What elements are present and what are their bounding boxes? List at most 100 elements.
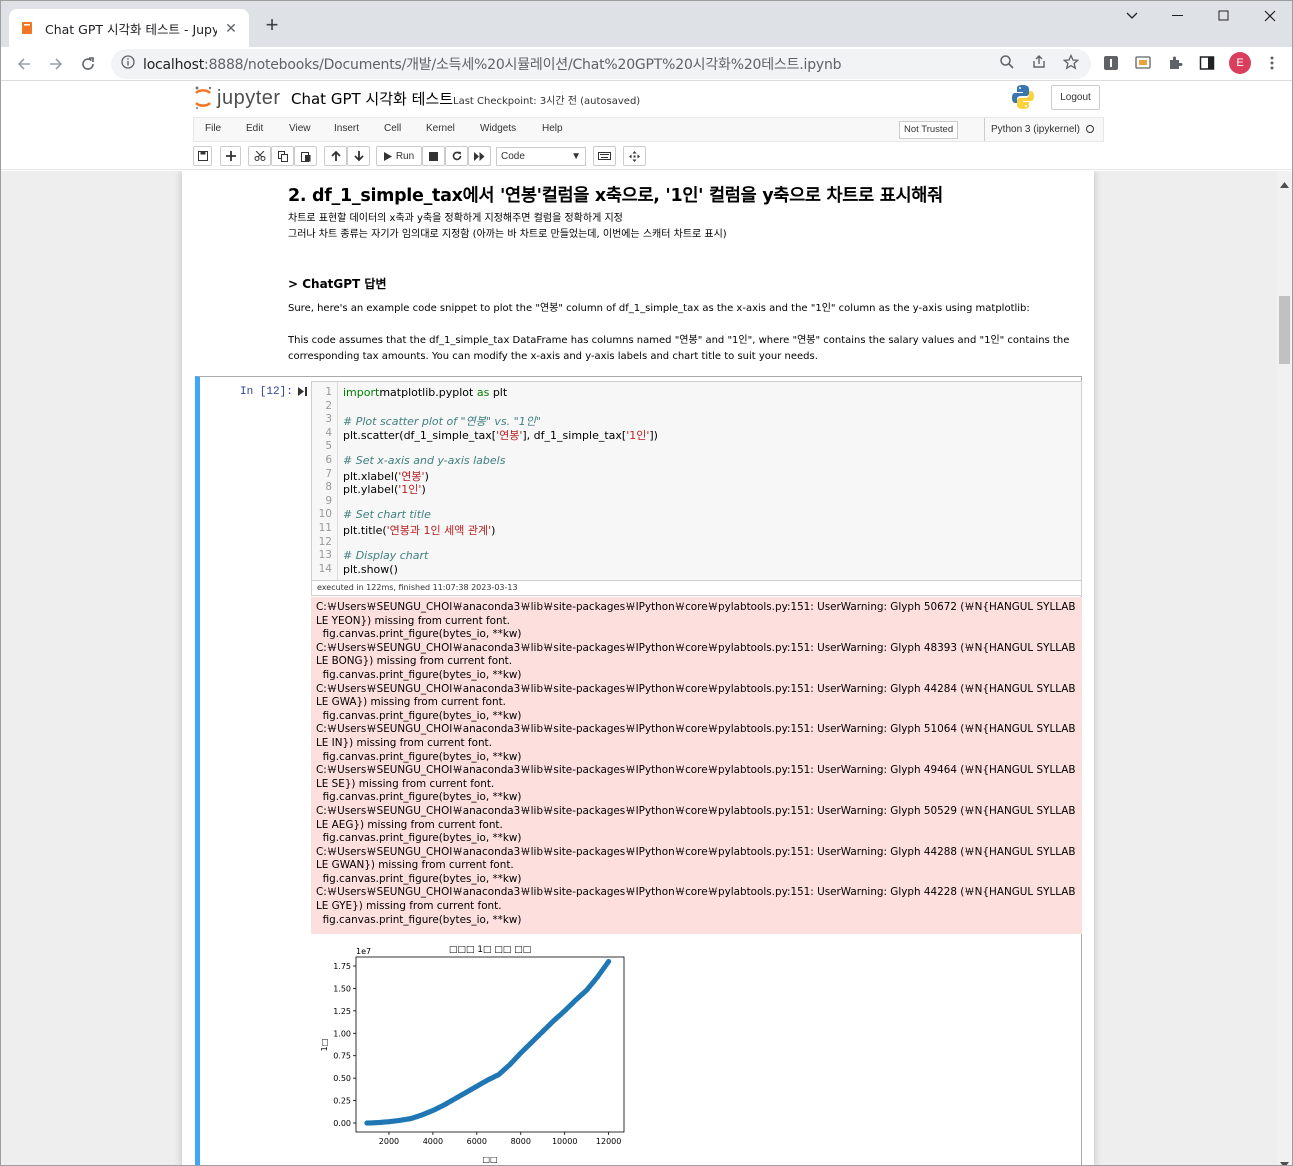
bookmark-star-icon[interactable] xyxy=(1061,52,1081,72)
reload-icon[interactable] xyxy=(74,50,102,78)
menu-cell[interactable]: Cell xyxy=(384,123,401,134)
extension-info-icon[interactable] xyxy=(1100,52,1122,74)
stderr-line: C:￦Users￦SEUNGU_CHOI￦anaconda3￦lib￦site-… xyxy=(316,601,1076,613)
minimize-icon[interactable] xyxy=(1155,1,1201,31)
code-token: '1인' xyxy=(626,428,650,442)
close-icon[interactable]: ✕ xyxy=(223,20,239,36)
profile-avatar[interactable]: E xyxy=(1229,52,1251,74)
stderr-line: C:￦Users￦SEUNGU_CHOI￦anaconda3￦lib￦site-… xyxy=(316,804,1076,817)
x-tick-label: 4000 xyxy=(423,1137,443,1146)
menu-bar: File Edit View Insert Cell Kernel Widget… xyxy=(193,117,1104,142)
menu-edit[interactable]: Edit xyxy=(246,123,263,134)
menu-kernel[interactable]: Kernel xyxy=(426,123,455,134)
forward-arrow-icon[interactable] xyxy=(42,50,70,78)
puzzle-extensions-icon[interactable] xyxy=(1164,52,1186,74)
move-down-icon[interactable] xyxy=(347,146,370,166)
not-trusted-badge[interactable]: Not Trusted xyxy=(899,121,959,139)
menu-view[interactable]: View xyxy=(289,123,311,134)
menu-insert[interactable]: Insert xyxy=(334,123,359,134)
kernel-indicator: Python 3 (ipykernel) xyxy=(984,118,1094,141)
line-number: 12 xyxy=(318,535,332,548)
y-tick-label: 1.00 xyxy=(333,1029,351,1038)
stderr-line: LE AEG}) missing from current font. xyxy=(316,818,503,831)
code-cell[interactable]: In [12]: 1 2 3 4 5 6 7 8 9 10 11 12 13 14 importmatpl… xyxy=(195,376,1082,1165)
menu-file[interactable]: File xyxy=(205,123,221,134)
tab-strip: Chat GPT 시각화 테스트 - Jupyter Notebook ✕ + xyxy=(1,1,1292,47)
jupyter-header: jupyter Chat GPT 시각화 테스트 Last Checkpoint… xyxy=(1,82,1292,170)
code-token: # Set x-axis and y-axis labels xyxy=(343,454,506,467)
vertical-scrollbar[interactable] xyxy=(1277,171,1292,1165)
address-bar[interactable]: localhost:8888/notebooks/Documents/개발/소득… xyxy=(111,49,1091,79)
cell-type-value: Code xyxy=(501,151,525,162)
code-token: '연봉과 1인 세액 관계' xyxy=(386,524,492,537)
move-up-icon[interactable] xyxy=(324,146,347,166)
cut-icon[interactable] xyxy=(248,146,271,166)
run-cell-icon[interactable] xyxy=(298,387,307,398)
scroll-down-icon[interactable] xyxy=(1280,1155,1289,1165)
line-number: 9 xyxy=(325,494,332,507)
line-number: 11 xyxy=(318,522,332,534)
line-number: 13 xyxy=(318,549,332,562)
new-tab-button[interactable]: + xyxy=(260,14,284,38)
menu-kebab-icon[interactable] xyxy=(1261,52,1283,74)
code-line: plt.scatter(df_1_simple_tax['연봉'], df_1_… xyxy=(343,427,658,443)
move-cursor-icon[interactable] xyxy=(623,146,646,166)
jupyter-logo[interactable]: jupyter xyxy=(193,85,281,111)
stderr-line: LE YEON}) missing from current font. xyxy=(316,614,510,627)
kernel-name: Python 3 (ipykernel) xyxy=(991,124,1080,135)
url-host: localhost xyxy=(143,57,205,73)
cell-type-select[interactable]: Code ▼ xyxy=(496,147,586,166)
menu-widgets[interactable]: Widgets xyxy=(480,123,516,134)
keyboard-icon[interactable] xyxy=(593,146,616,166)
copy-icon[interactable] xyxy=(271,146,294,166)
run-button[interactable]: Run xyxy=(376,146,422,166)
window-close-icon[interactable] xyxy=(1247,1,1292,31)
stop-icon[interactable] xyxy=(422,146,445,166)
y-offset-label: 1e7 xyxy=(356,947,371,956)
code-editor[interactable]: 1 2 3 4 5 6 7 8 9 10 11 12 13 14 importmatplotlib.pyp… xyxy=(311,381,1082,581)
scroll-up-icon[interactable] xyxy=(1280,175,1289,193)
stderr-line: fig.canvas.print_figure(bytes_io, **kw) xyxy=(316,709,522,722)
share-icon[interactable] xyxy=(1029,52,1049,72)
line-number-gutter: 1 2 3 4 5 6 7 8 9 10 11 12 13 14 xyxy=(312,382,338,580)
cast-extension-icon[interactable] xyxy=(1132,52,1154,74)
fast-forward-icon[interactable] xyxy=(468,146,491,166)
code-token: plt.title( xyxy=(343,524,387,537)
side-panel-icon[interactable] xyxy=(1196,52,1218,74)
restart-icon[interactable] xyxy=(445,146,468,166)
zoom-search-icon[interactable] xyxy=(997,52,1017,72)
save-icon[interactable] xyxy=(193,146,212,166)
paste-icon[interactable] xyxy=(294,146,317,166)
line-number: 8 xyxy=(325,481,332,494)
browser-toolbar: localhost:8888/notebooks/Documents/개발/소득… xyxy=(1,47,1292,81)
explanation-line: corresponding tax amounts. You can modif… xyxy=(288,351,818,362)
code-token: ], df_1_simple_tax[ xyxy=(522,428,627,442)
code-line: # Display chart xyxy=(343,549,428,562)
x-tick-label: 2000 xyxy=(379,1137,399,1146)
code-token: plt.show() xyxy=(343,562,398,576)
chevron-down-icon[interactable] xyxy=(1109,1,1155,31)
notebook-name[interactable]: Chat GPT 시각화 테스트 xyxy=(291,88,453,109)
maximize-icon[interactable] xyxy=(1201,1,1247,31)
chart-title: □□□ 1□ □□ □□ xyxy=(449,945,531,955)
code-token: matplotlib.pyplot xyxy=(379,386,477,399)
checkpoint-status: Last Checkpoint: 3시간 전 (autosaved) xyxy=(453,96,641,107)
chevron-down-icon: ▼ xyxy=(571,151,581,162)
menu-help[interactable]: Help xyxy=(542,123,563,134)
logout-button[interactable]: Logout xyxy=(1051,85,1100,110)
stderr-line: LE IN}) missing from current font. xyxy=(316,736,492,749)
line-number: 6 xyxy=(325,454,332,466)
plot-area xyxy=(355,956,625,1133)
section-heading: 2. df_1_simple_tax에서 '연봉'컬럼을 x축으로, '1인' … xyxy=(288,186,943,206)
line-number: 2 xyxy=(325,399,332,412)
back-arrow-icon[interactable] xyxy=(10,50,38,78)
browser-tab[interactable]: Chat GPT 시각화 테스트 - Jupyter Notebook ✕ xyxy=(9,9,249,47)
site-info-icon[interactable] xyxy=(121,54,135,74)
url-path: :8888/notebooks/Documents/개발/소득세%20시뮬레이션… xyxy=(204,57,842,73)
code-line: plt.show() xyxy=(343,563,398,576)
code-line: # Set chart title xyxy=(343,508,431,521)
code-token: # Set chart title xyxy=(343,508,431,522)
scrollbar-thumb[interactable] xyxy=(1279,296,1290,364)
code-line: # Set x-axis and y-axis labels xyxy=(343,454,505,467)
add-cell-icon[interactable] xyxy=(220,146,241,166)
